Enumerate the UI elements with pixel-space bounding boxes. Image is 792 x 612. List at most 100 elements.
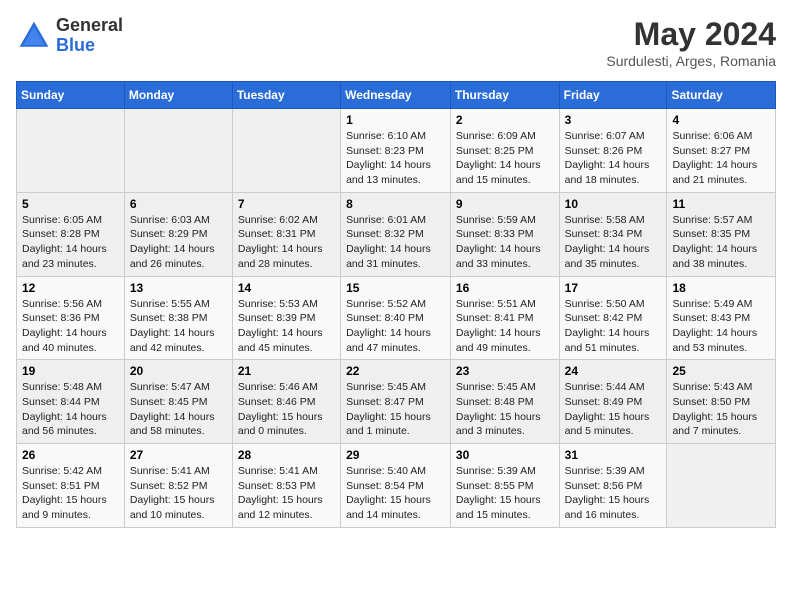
day-info: Sunrise: 5:44 AMSunset: 8:49 PMDaylight:… — [565, 380, 662, 439]
month-title: May 2024 — [606, 16, 776, 53]
day-number: 16 — [456, 281, 554, 295]
col-header-monday: Monday — [124, 82, 232, 109]
day-number: 8 — [346, 197, 445, 211]
calendar-cell: 14Sunrise: 5:53 AMSunset: 8:39 PMDayligh… — [232, 276, 340, 360]
day-number: 10 — [565, 197, 662, 211]
day-number: 6 — [130, 197, 227, 211]
calendar-cell: 26 Sunrise: 5:42 AMSunset: 8:51 PMDayligh… — [17, 444, 125, 528]
calendar-cell: 3 Sunrise: 6:07 AMSunset: 8:26 PMDaylight… — [559, 109, 667, 193]
day-info: Sunrise: 5:42 AMSunset: 8:51 PMDaylight:… — [22, 464, 119, 523]
day-number: 30 — [456, 448, 554, 462]
day-info: Sunrise: 5:50 AMSunset: 8:42 PMDaylight:… — [565, 297, 662, 356]
calendar-cell: 15 Sunrise: 5:52 AMSunset: 8:40 PMDayligh… — [341, 276, 451, 360]
day-number: 13 — [130, 281, 227, 295]
day-number: 14 — [238, 281, 335, 295]
day-info: Sunrise: 6:10 AMSunset: 8:23 PMDaylight:… — [346, 129, 445, 188]
day-info: Sunrise: 5:43 AMSunset: 8:50 PMDaylight:… — [672, 380, 770, 439]
calendar-cell: 17 Sunrise: 5:50 AMSunset: 8:42 PMDayligh… — [559, 276, 667, 360]
day-number: 23 — [456, 364, 554, 378]
calendar-cell: 31 Sunrise: 5:39 AMSunset: 8:56 PMDayligh… — [559, 444, 667, 528]
day-info: Sunrise: 5:56 AMSunset: 8:36 PMDaylight:… — [22, 297, 119, 356]
day-number: 21 — [238, 364, 335, 378]
calendar-cell: 24 Sunrise: 5:44 AMSunset: 8:49 PMDayligh… — [559, 360, 667, 444]
calendar-cell: 21Sunrise: 5:46 AMSunset: 8:46 PMDayligh… — [232, 360, 340, 444]
day-number: 9 — [456, 197, 554, 211]
day-number: 22 — [346, 364, 445, 378]
col-header-saturday: Saturday — [667, 82, 776, 109]
day-number: 19 — [22, 364, 119, 378]
col-header-sunday: Sunday — [17, 82, 125, 109]
calendar-cell: 27 Sunrise: 5:41 AMSunset: 8:52 PMDayligh… — [124, 444, 232, 528]
calendar-cell — [667, 444, 776, 528]
calendar-cell: 12 Sunrise: 5:56 AMSunset: 8:36 PMDayligh… — [17, 276, 125, 360]
day-number: 24 — [565, 364, 662, 378]
calendar-cell: 8 Sunrise: 6:01 AMSunset: 8:32 PMDaylight… — [341, 192, 451, 276]
calendar-cell: 9 Sunrise: 5:59 AMSunset: 8:33 PMDaylight… — [450, 192, 559, 276]
calendar-cell: 1 Sunrise: 6:10 AMSunset: 8:23 PMDaylight… — [341, 109, 451, 193]
calendar-cell: 5Sunrise: 6:05 AMSunset: 8:28 PMDaylight… — [17, 192, 125, 276]
day-info: Sunrise: 5:45 AMSunset: 8:48 PMDaylight:… — [456, 380, 554, 439]
col-header-thursday: Thursday — [450, 82, 559, 109]
day-number: 4 — [672, 113, 770, 127]
day-info: Sunrise: 5:51 AMSunset: 8:41 PMDaylight:… — [456, 297, 554, 356]
calendar-week-row: 12 Sunrise: 5:56 AMSunset: 8:36 PMDayligh… — [17, 276, 776, 360]
calendar-cell: 7 Sunrise: 6:02 AMSunset: 8:31 PMDaylight… — [232, 192, 340, 276]
calendar-cell: 16 Sunrise: 5:51 AMSunset: 8:41 PMDayligh… — [450, 276, 559, 360]
day-info: Sunrise: 6:01 AMSunset: 8:32 PMDaylight:… — [346, 213, 445, 272]
calendar-cell: 10 Sunrise: 5:58 AMSunset: 8:34 PMDayligh… — [559, 192, 667, 276]
day-info: Sunrise: 5:48 AMSunset: 8:44 PMDaylight:… — [22, 380, 119, 439]
day-number: 18 — [672, 281, 770, 295]
day-number: 26 — [22, 448, 119, 462]
day-number: 17 — [565, 281, 662, 295]
calendar-cell: 6 Sunrise: 6:03 AMSunset: 8:29 PMDaylight… — [124, 192, 232, 276]
day-info: Sunrise: 6:03 AMSunset: 8:29 PMDaylight:… — [130, 213, 227, 272]
logo-text: General Blue — [56, 16, 123, 56]
day-info: Sunrise: 6:02 AMSunset: 8:31 PMDaylight:… — [238, 213, 335, 272]
calendar-week-row: 26 Sunrise: 5:42 AMSunset: 8:51 PMDayligh… — [17, 444, 776, 528]
calendar-cell: 11 Sunrise: 5:57 AMSunset: 8:35 PMDayligh… — [667, 192, 776, 276]
calendar-cell: 4 Sunrise: 6:06 AMSunset: 8:27 PMDaylight… — [667, 109, 776, 193]
page-header: General Blue May 2024 Surdulesti, Arges,… — [16, 16, 776, 69]
day-info: Sunrise: 5:52 AMSunset: 8:40 PMDaylight:… — [346, 297, 445, 356]
day-info: Sunrise: 5:57 AMSunset: 8:35 PMDaylight:… — [672, 213, 770, 272]
day-number: 28 — [238, 448, 335, 462]
day-number: 15 — [346, 281, 445, 295]
day-number: 25 — [672, 364, 770, 378]
col-header-friday: Friday — [559, 82, 667, 109]
day-info: Sunrise: 5:45 AMSunset: 8:47 PMDaylight:… — [346, 380, 445, 439]
calendar-cell: 28 Sunrise: 5:41 AMSunset: 8:53 PMDayligh… — [232, 444, 340, 528]
day-info: Sunrise: 5:55 AMSunset: 8:38 PMDaylight:… — [130, 297, 227, 356]
title-block: May 2024 Surdulesti, Arges, Romania — [606, 16, 776, 69]
day-info: Sunrise: 5:59 AMSunset: 8:33 PMDaylight:… — [456, 213, 554, 272]
calendar-week-row: 5Sunrise: 6:05 AMSunset: 8:28 PMDaylight… — [17, 192, 776, 276]
day-number: 11 — [672, 197, 770, 211]
day-number: 29 — [346, 448, 445, 462]
day-number: 3 — [565, 113, 662, 127]
day-info: Sunrise: 6:05 AMSunset: 8:28 PMDaylight:… — [22, 213, 119, 272]
logo-general: General — [56, 16, 123, 36]
calendar-cell — [232, 109, 340, 193]
day-number: 27 — [130, 448, 227, 462]
calendar-cell: 19 Sunrise: 5:48 AMSunset: 8:44 PMDayligh… — [17, 360, 125, 444]
calendar-cell: 18 Sunrise: 5:49 AMSunset: 8:43 PMDayligh… — [667, 276, 776, 360]
day-number: 7 — [238, 197, 335, 211]
logo-blue: Blue — [56, 36, 123, 56]
day-info: Sunrise: 6:07 AMSunset: 8:26 PMDaylight:… — [565, 129, 662, 188]
day-number: 1 — [346, 113, 445, 127]
day-info: Sunrise: 6:06 AMSunset: 8:27 PMDaylight:… — [672, 129, 770, 188]
logo-icon — [16, 18, 52, 54]
day-info: Sunrise: 5:39 AMSunset: 8:56 PMDaylight:… — [565, 464, 662, 523]
calendar-cell: 22 Sunrise: 5:45 AMSunset: 8:47 PMDayligh… — [341, 360, 451, 444]
day-info: Sunrise: 5:40 AMSunset: 8:54 PMDaylight:… — [346, 464, 445, 523]
location: Surdulesti, Arges, Romania — [606, 53, 776, 69]
day-number: 12 — [22, 281, 119, 295]
calendar-header-row: SundayMondayTuesdayWednesdayThursdayFrid… — [17, 82, 776, 109]
day-info: Sunrise: 5:49 AMSunset: 8:43 PMDaylight:… — [672, 297, 770, 356]
col-header-wednesday: Wednesday — [341, 82, 451, 109]
calendar-cell: 25 Sunrise: 5:43 AMSunset: 8:50 PMDayligh… — [667, 360, 776, 444]
day-number: 31 — [565, 448, 662, 462]
day-info: Sunrise: 6:09 AMSunset: 8:25 PMDaylight:… — [456, 129, 554, 188]
day-info: Sunrise: 5:58 AMSunset: 8:34 PMDaylight:… — [565, 213, 662, 272]
day-info: Sunrise: 5:41 AMSunset: 8:53 PMDaylight:… — [238, 464, 335, 523]
day-info: Sunrise: 5:41 AMSunset: 8:52 PMDaylight:… — [130, 464, 227, 523]
